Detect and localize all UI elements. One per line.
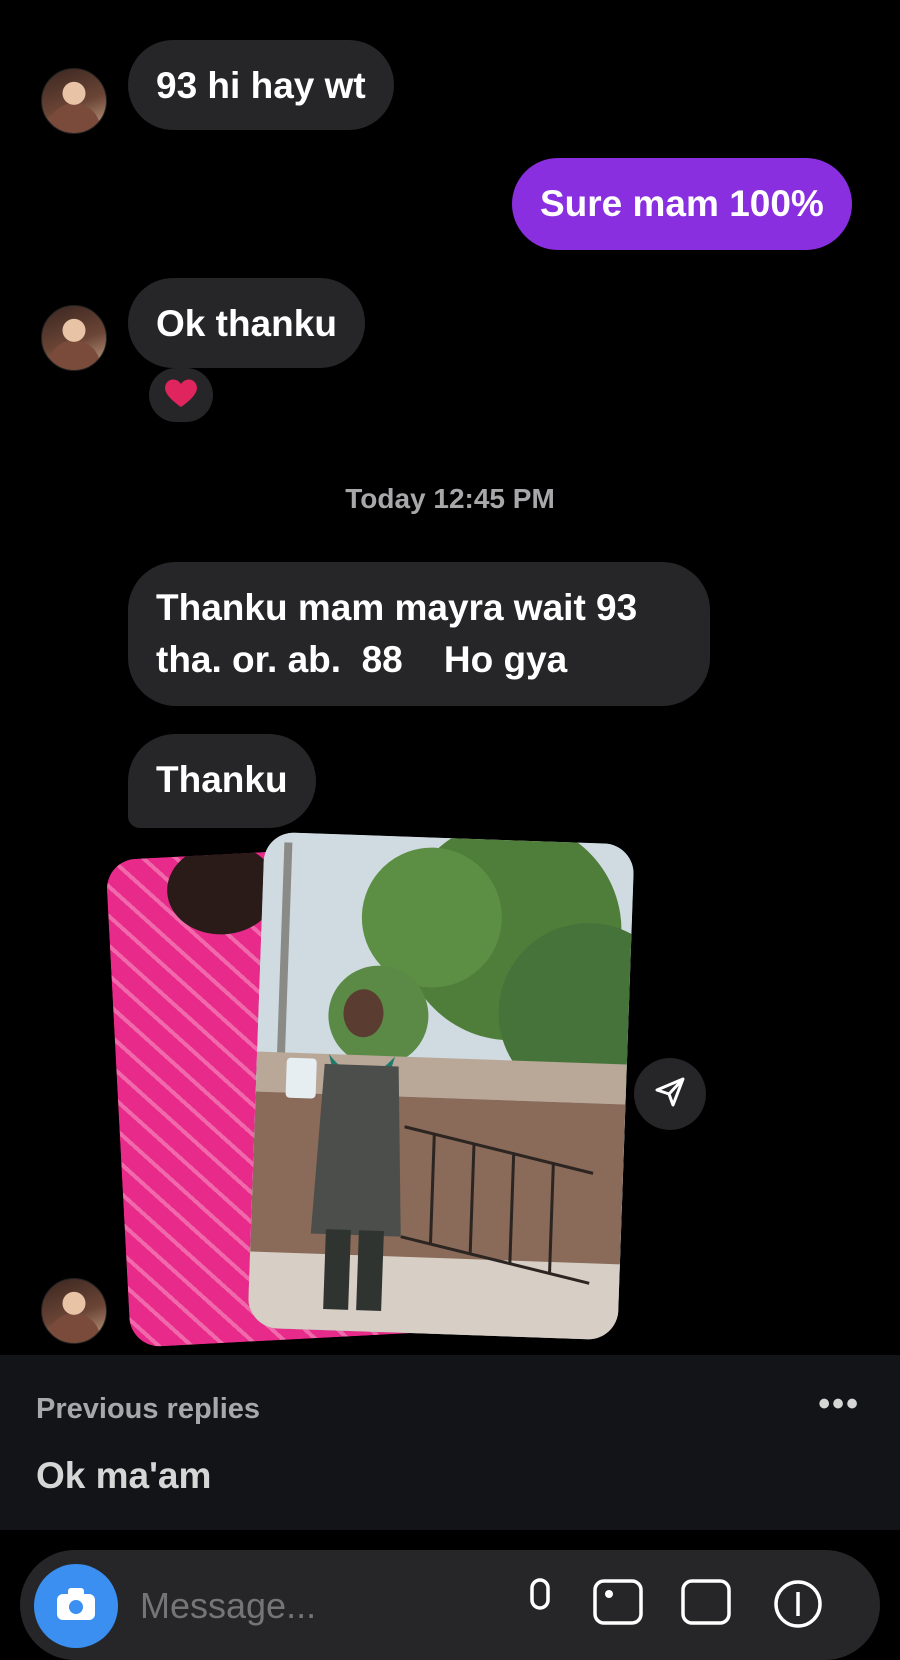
camera-icon (54, 1586, 98, 1627)
camera-button[interactable] (34, 1564, 118, 1648)
share-icon (653, 1075, 687, 1114)
message-bubble-sent[interactable]: Sure mam 100% (512, 158, 852, 250)
heart-icon (163, 377, 199, 414)
message-bubble-received[interactable]: 93 hi hay wt (128, 40, 394, 130)
sticker-icon[interactable] (680, 1578, 732, 1631)
sender-avatar[interactable] (41, 1278, 107, 1344)
message-composer (20, 1550, 880, 1660)
message-bubble-received[interactable]: Thanku mam mayra wait 93 tha. or. ab. 88… (128, 562, 710, 706)
message-bubble-received[interactable]: Ok thanku (128, 278, 365, 368)
gallery-icon[interactable] (592, 1578, 644, 1631)
mic-icon[interactable] (524, 1578, 556, 1631)
shared-photo-front[interactable] (247, 831, 635, 1341)
share-button[interactable] (634, 1058, 706, 1130)
message-input[interactable] (138, 1584, 502, 1628)
add-icon[interactable] (772, 1578, 824, 1635)
previous-reply-item[interactable]: Ok ma'am (36, 1455, 211, 1497)
sender-avatar[interactable] (41, 305, 107, 371)
sender-avatar[interactable] (41, 68, 107, 134)
more-options-button[interactable]: ••• (818, 1385, 860, 1424)
previous-replies-title: Previous replies (36, 1393, 261, 1425)
heart-reaction[interactable] (149, 368, 213, 422)
message-bubble-received[interactable]: Thanku (128, 734, 316, 828)
previous-replies-panel: Previous replies ••• Ok ma'am (0, 1355, 900, 1530)
photo-scene (247, 831, 635, 1341)
chat-timestamp: Today 12:45 PM (345, 483, 555, 514)
